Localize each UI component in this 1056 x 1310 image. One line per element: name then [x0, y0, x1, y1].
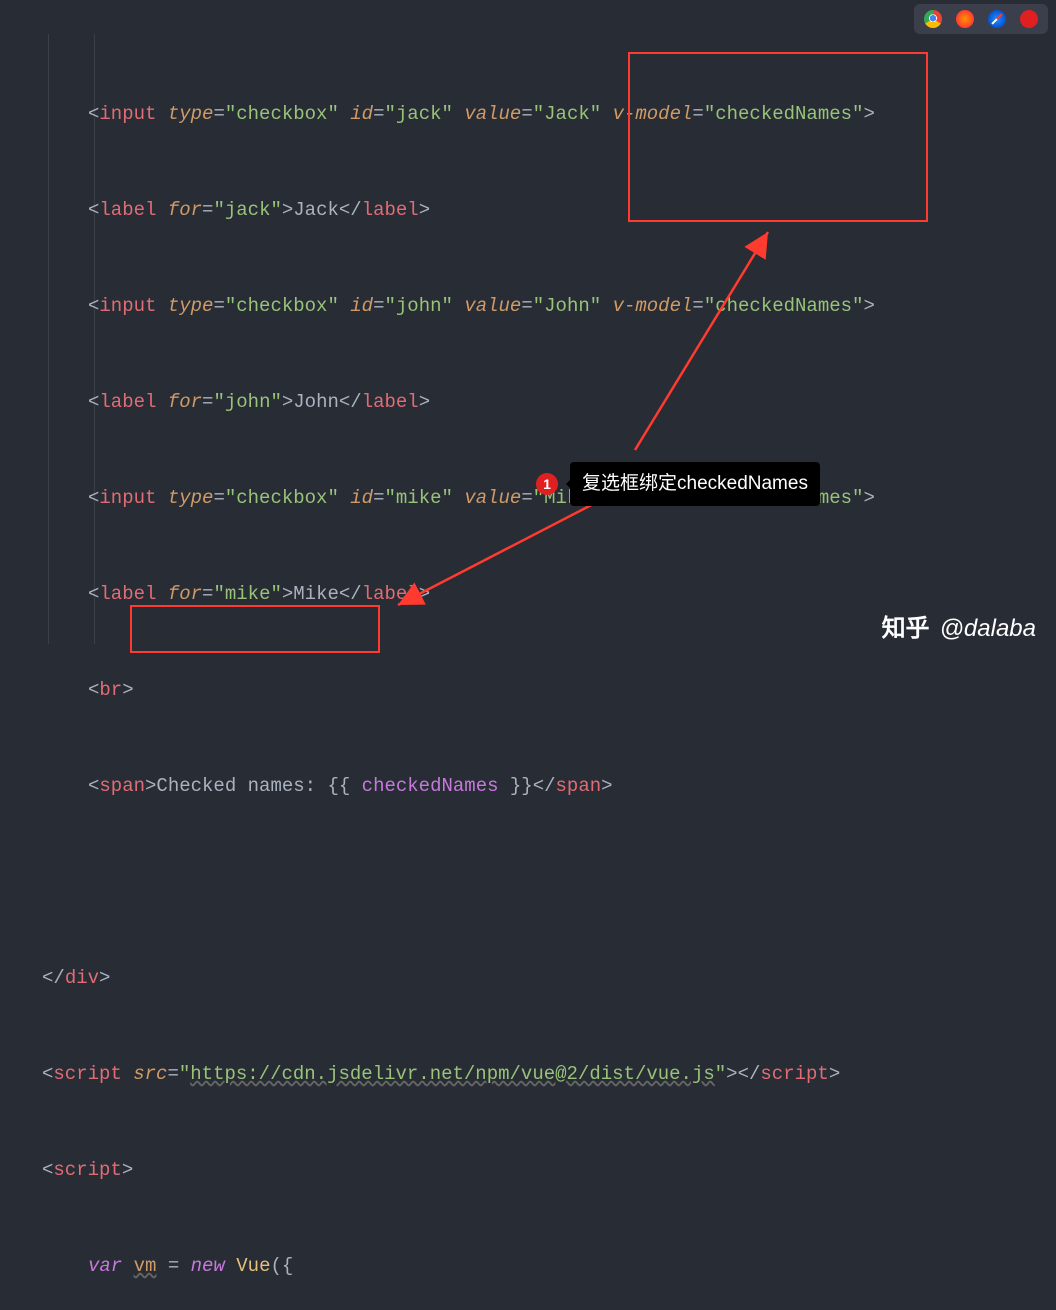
watermark-brand: 知乎: [882, 613, 930, 645]
red-circle-icon[interactable]: [1020, 10, 1038, 28]
chrome-icon[interactable]: [924, 10, 942, 28]
code-line: <input type="checkbox" id="jack" value="…: [0, 98, 1056, 130]
code-line: </div>: [0, 962, 1056, 994]
code-block: <input type="checkbox" id="jack" value="…: [0, 0, 1056, 1310]
annotation-label: 1 复选框绑定checkedNames: [570, 462, 820, 506]
code-line: <label for="jack">Jack</label>: [0, 194, 1056, 226]
annotation-badge: 1: [536, 473, 558, 495]
code-line: var vm = new Vue({: [0, 1250, 1056, 1282]
code-line: <script>: [0, 1154, 1056, 1186]
watermark: 知乎 @dalaba: [882, 613, 1036, 645]
code-line: <input type="checkbox" id="mike" value="…: [0, 482, 1056, 514]
annotation-text: 复选框绑定checkedNames: [582, 468, 808, 500]
blank-line: [0, 866, 1056, 898]
code-line: <span>Checked names: {{ checkedNames }}<…: [0, 770, 1056, 802]
browser-toolbar: [914, 4, 1048, 34]
code-line: <br>: [0, 674, 1056, 706]
firefox-icon[interactable]: [956, 10, 974, 28]
safari-icon[interactable]: [988, 10, 1006, 28]
watermark-handle: @dalaba: [940, 613, 1036, 645]
code-line: <script src="https://cdn.jsdelivr.net/np…: [0, 1058, 1056, 1090]
code-line: <input type="checkbox" id="john" value="…: [0, 290, 1056, 322]
code-line: <label for="john">John</label>: [0, 386, 1056, 418]
code-line: <label for="mike">Mike</label>: [0, 578, 1056, 610]
